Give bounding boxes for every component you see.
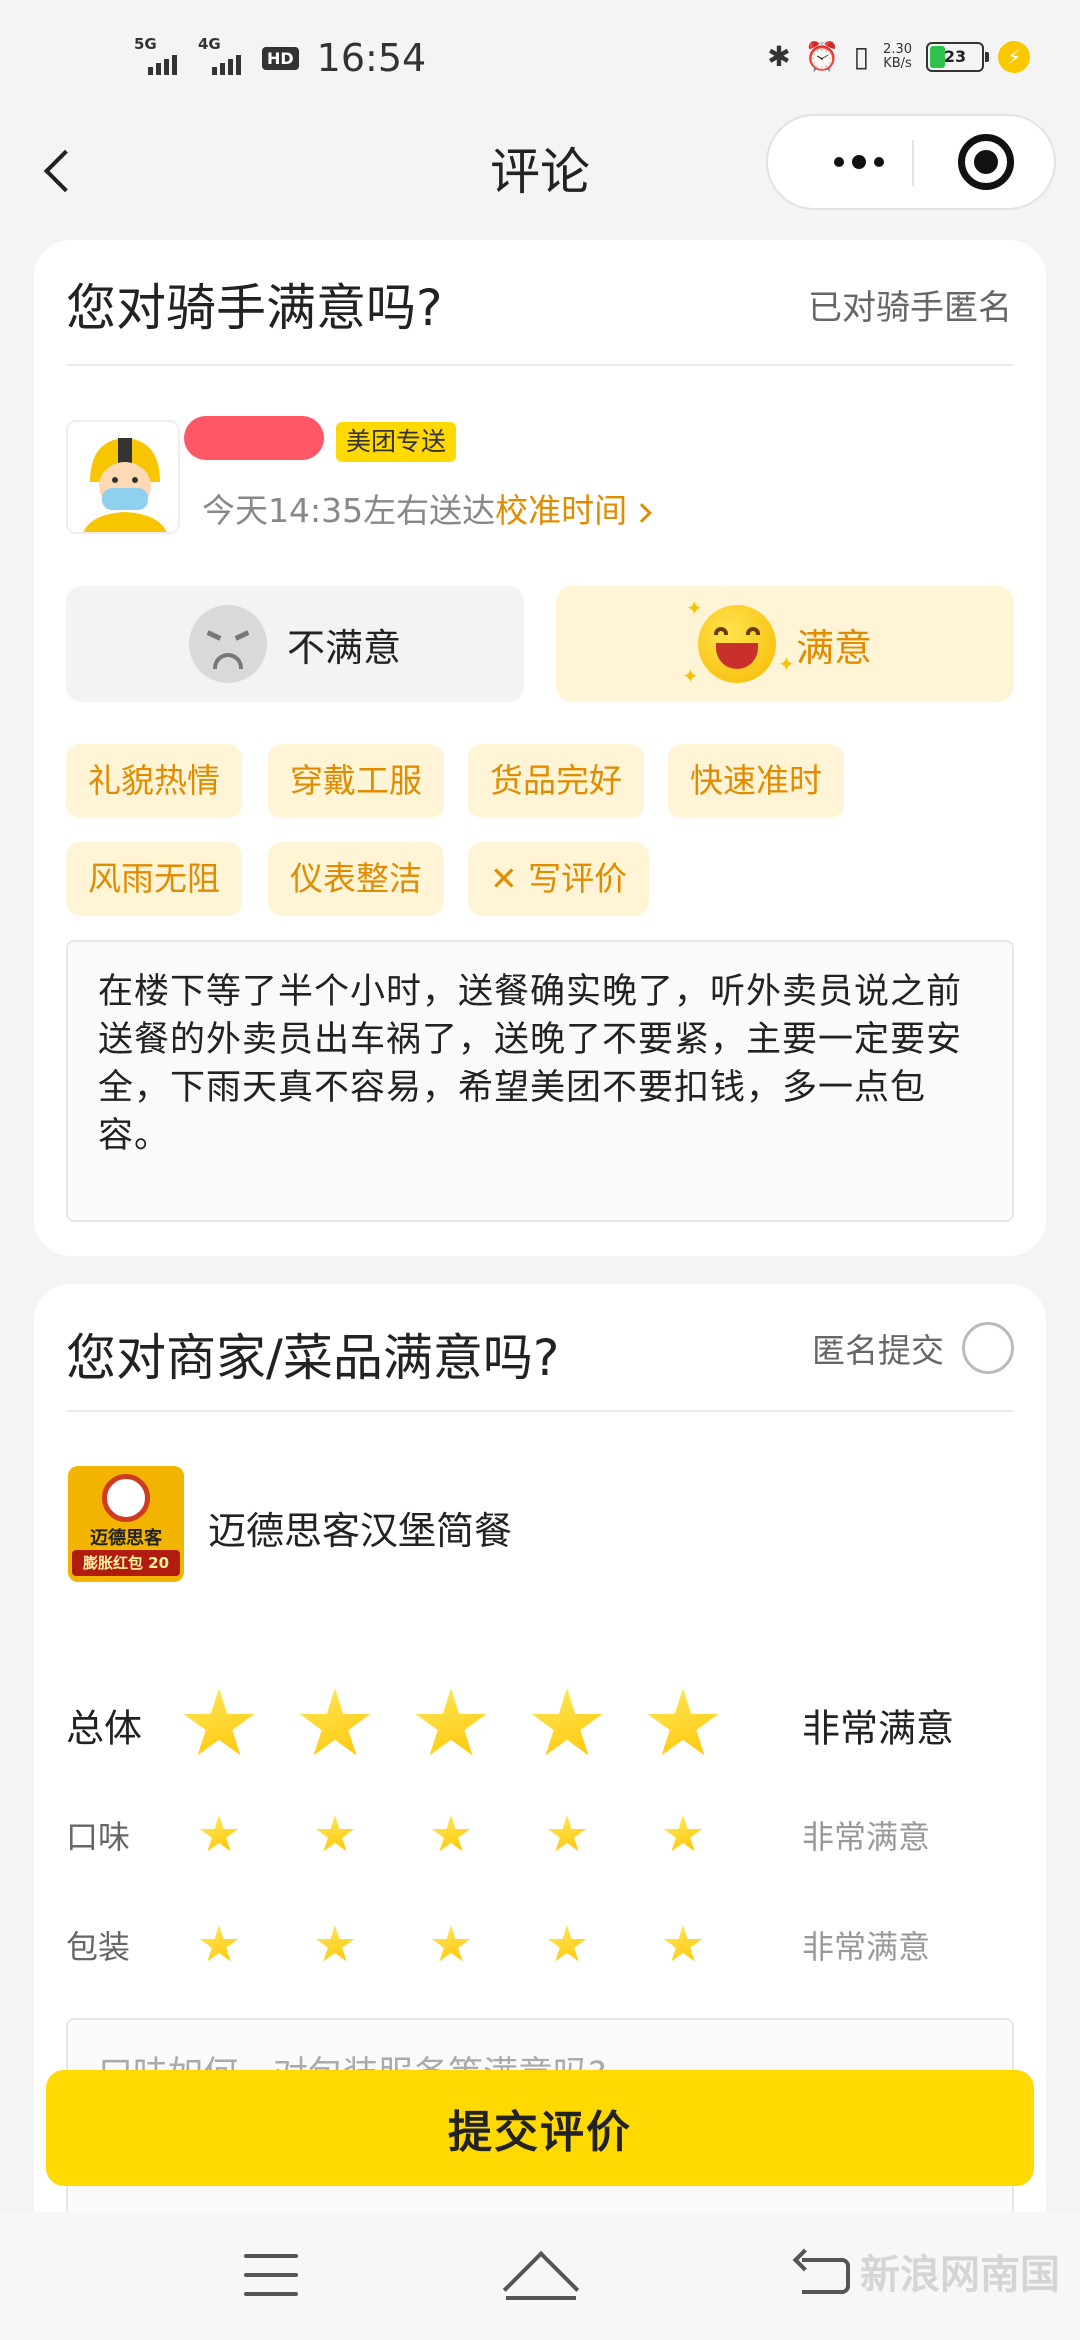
rating-value: 非常满意 [802,1818,931,1856]
rating-label: 口味 [66,1818,131,1856]
status-time: 16:54 [316,36,427,80]
network-speed: 2.30 KB/s [883,41,912,71]
delivery-service-tag: 美团专送 [336,422,457,462]
star-icon[interactable] [431,1815,471,1852]
rider-avatar [66,420,180,534]
star-icon[interactable] [315,1815,355,1852]
write-review-chip[interactable]: ✕ 写评价 [468,842,650,916]
vibrate-icon: ▯ [853,40,870,73]
merchant-section-title: 您对商家/菜品满意吗? [66,1329,560,1387]
rider-anonymous-note: 已对骑手匿名 [808,288,1012,328]
rating-row-overall: 总体 非常满意 [66,1680,1014,1770]
star-icon[interactable] [415,1688,487,1756]
calibrate-time-link[interactable]: 校准时间 [495,491,627,530]
shop-logo: 迈德思客 膨胀红包 20 [68,1466,184,1582]
star-icon[interactable] [663,1925,703,1962]
watermark: 新浪网南国 [860,2252,1060,2298]
close-miniprogram-icon[interactable] [958,134,1014,190]
charging-icon: ⚡ [998,40,1030,73]
rider-section-title: 您对骑手满意吗? [66,279,443,337]
signal-5g-icon: 5G [134,35,184,77]
star-icon[interactable] [183,1688,255,1756]
star-icon[interactable] [531,1688,603,1756]
star-icon[interactable] [199,1815,239,1852]
star-rating[interactable] [182,1790,772,1880]
star-rating[interactable] [182,1680,772,1770]
anonymous-submit-label: 匿名提交 [812,1331,944,1370]
rider-comment-field[interactable]: 在楼下等了半个小时，送餐确实晚了，听外卖员说之前送餐的外卖员出车祸了，送晚了不要… [66,940,1014,1222]
battery-icon: 23 [926,41,989,72]
star-icon[interactable] [431,1925,471,1962]
rider-review-card: 您对骑手满意吗? 已对骑手匿名 美团专送 今天14:35左右送达校准时间 不满意… [34,240,1046,1256]
nav-bar: 评论 [0,110,1080,230]
star-icon[interactable] [663,1815,703,1852]
tag-chip[interactable]: 风雨无阻 [66,842,242,916]
tag-chip[interactable]: 货品完好 [468,744,644,818]
tag-chip[interactable]: 穿戴工服 [268,744,444,818]
delivery-time: 今天14:35左右送达校准时间 [202,484,653,532]
star-icon[interactable] [199,1925,239,1962]
rating-row-taste: 口味 非常满意 [66,1790,1014,1880]
rider-name-redacted [184,416,324,460]
rating-value: 非常满意 [802,1706,955,1751]
tag-chip[interactable]: 快速准时 [668,744,844,818]
tag-chip[interactable]: 礼貌热情 [66,744,242,818]
miniprogram-capsule [766,114,1056,210]
signal-4g-icon: 4G [198,35,248,77]
shop-name: 迈德思客汉堡简餐 [208,1509,513,1553]
chevron-right-icon [632,502,653,523]
hd-voice-icon: HD [262,46,299,70]
system-nav-bar: 新浪网南国 [0,2212,1080,2340]
alarm-icon: ⏰ [804,40,840,73]
unsatisfied-button[interactable]: 不满意 [66,586,524,702]
star-icon[interactable] [547,1925,587,1962]
star-icon[interactable] [547,1815,587,1852]
sad-face-icon [188,605,267,683]
menu-icon[interactable] [244,2254,298,2296]
tag-chip[interactable]: 仪表整洁 [268,842,444,916]
submit-review-button[interactable]: 提交评价 [46,2070,1034,2186]
status-bar: 5G 4G HD 16:54 ✱ ⏰ ▯ 2.30 KB/s 23 ⚡ [0,0,1080,120]
happy-face-icon [697,605,776,683]
star-rating[interactable] [182,1900,772,1990]
star-icon[interactable] [299,1688,371,1756]
anonymous-submit-radio[interactable] [962,1322,1014,1374]
bluetooth-icon: ✱ [767,40,791,73]
rating-label: 包装 [66,1928,131,1966]
rating-label: 总体 [66,1706,143,1751]
rating-value: 非常满意 [802,1928,931,1966]
star-icon[interactable] [647,1688,719,1756]
satisfied-button[interactable]: ✦ ✦ ✦ 满意 [556,586,1014,702]
rating-row-packaging: 包装 非常满意 [66,1900,1014,1990]
more-icon[interactable] [804,116,914,208]
return-icon[interactable] [792,2248,852,2296]
star-icon[interactable] [315,1925,355,1962]
home-icon[interactable] [502,2248,580,2328]
